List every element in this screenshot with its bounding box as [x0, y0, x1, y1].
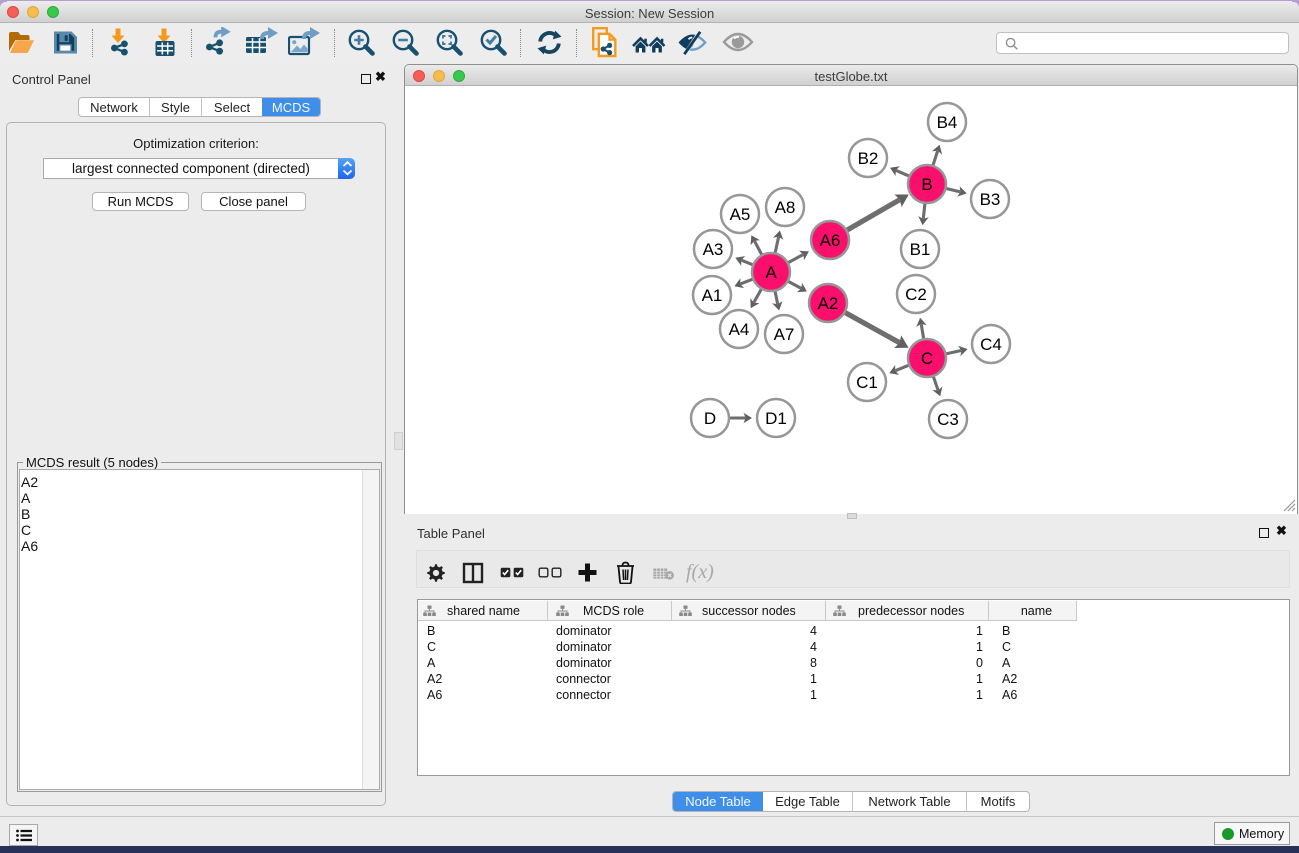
svg-text:B1: B1 [910, 240, 931, 259]
svg-text:A: A [765, 263, 777, 282]
svg-text:C: C [921, 349, 933, 368]
svg-text:A5: A5 [730, 205, 751, 224]
svg-text:A7: A7 [774, 325, 795, 344]
svg-text:B3: B3 [980, 190, 1001, 209]
svg-text:B4: B4 [937, 113, 958, 132]
svg-text:C4: C4 [980, 335, 1002, 354]
svg-text:D1: D1 [765, 409, 787, 428]
svg-text:A2: A2 [818, 294, 839, 313]
svg-text:C3: C3 [937, 410, 959, 429]
svg-text:A8: A8 [775, 198, 796, 217]
svg-text:A3: A3 [703, 240, 724, 259]
svg-text:D: D [704, 409, 716, 428]
svg-text:B: B [921, 175, 932, 194]
svg-text:A6: A6 [820, 231, 841, 250]
svg-text:C2: C2 [905, 285, 927, 304]
svg-text:C1: C1 [856, 373, 878, 392]
svg-text:B2: B2 [858, 149, 879, 168]
svg-text:A1: A1 [702, 286, 723, 305]
svg-text:A4: A4 [729, 320, 750, 339]
